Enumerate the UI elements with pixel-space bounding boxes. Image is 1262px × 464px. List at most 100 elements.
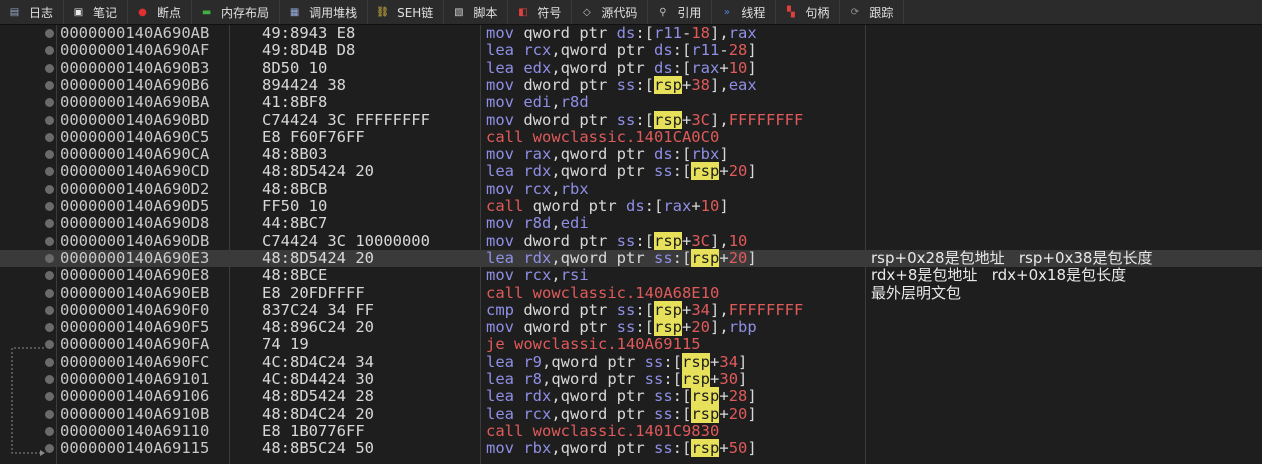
disassembly-cell: call wowclassic.140A68E10 bbox=[486, 284, 719, 302]
tab-source[interactable]: ◇ 源代码 bbox=[572, 0, 649, 24]
address-cell: 0000000140A690D8 bbox=[60, 214, 210, 233]
instruction-row[interactable]: 0000000140A690FC 4C:8D4C24 34 lea r9,qword… bbox=[0, 352, 1262, 371]
instruction-row[interactable]: 0000000140A69115 48:8B5C24 50 mov rbx,qwor… bbox=[0, 439, 1262, 458]
instruction-row[interactable]: 0000000140A690BD C74424 3C FFFFFFFF mov dw… bbox=[0, 110, 1262, 129]
instruction-row[interactable]: 0000000140A690D2 48:8BCB mov rcx,rbx bbox=[0, 179, 1262, 198]
tab-label: 日志 bbox=[29, 5, 54, 20]
instruction-row[interactable]: 0000000140A690D5 FF50 10 call qword ptr ds… bbox=[0, 197, 1262, 215]
address-cell: 0000000140A690C5 bbox=[60, 127, 210, 146]
tab-handle[interactable]: ▚ 句柄 bbox=[776, 0, 841, 24]
tab-thread[interactable]: » 线程 bbox=[712, 0, 777, 24]
instruction-row[interactable]: 0000000140A6910B 48:8D4C24 20 lea rcx,qwor… bbox=[0, 404, 1262, 423]
asm-token: + bbox=[719, 248, 729, 267]
asm-token: , bbox=[551, 179, 561, 198]
address-cell: 0000000140A69106 bbox=[60, 387, 210, 406]
bytes-cell: C74424 3C 10000000 bbox=[262, 231, 430, 250]
instruction-row[interactable]: 0000000140A690AF 49:8D4B D8 lea rcx,qword … bbox=[0, 41, 1262, 60]
instruction-row[interactable]: 0000000140A690E8 48:8BCE mov rcx,rsi rdx+8是… bbox=[0, 266, 1262, 285]
asm-token bbox=[514, 59, 523, 77]
asm-token: ss bbox=[644, 370, 664, 388]
asm-token: rcx bbox=[523, 41, 552, 60]
disassembly-cell: call qword ptr ds:[rax+10] bbox=[486, 197, 729, 215]
asm-token: ] bbox=[747, 58, 757, 77]
tab-note[interactable]: ▣ 笔记 bbox=[64, 0, 129, 24]
asm-token bbox=[514, 353, 523, 371]
address-cell: 0000000140A690D5 bbox=[60, 197, 210, 215]
instruction-row[interactable]: 0000000140A690C5 E8 F60F76FF call wowclass… bbox=[0, 127, 1262, 146]
instruction-row[interactable]: 0000000140A690DB C74424 3C 10000000 mov dw… bbox=[0, 231, 1262, 250]
asm-token: ] bbox=[747, 162, 757, 181]
asm-token: - bbox=[719, 41, 729, 60]
asm-token: r11 bbox=[691, 41, 720, 60]
disassembly-cell: je wowclassic.140A69115 bbox=[486, 336, 701, 353]
instruction-row[interactable]: 0000000140A690BA 41:8BF8 mov edi,r8d bbox=[0, 93, 1262, 112]
bytes-cell: 48:8D4C24 20 bbox=[262, 404, 374, 423]
asm-token: ds bbox=[654, 145, 673, 164]
address-cell: 0000000140A69115 bbox=[60, 439, 210, 458]
instruction-row[interactable]: 0000000140A690FA 74 19 je wowclassic.140A6… bbox=[0, 336, 1262, 353]
tab-seh-chain[interactable]: ⛓ SEH链 bbox=[368, 0, 445, 24]
asm-token: 38 bbox=[691, 75, 711, 94]
tab-label: 调用堆栈 bbox=[309, 5, 358, 20]
asm-token: je wowclassic.140A69115 bbox=[486, 335, 701, 354]
instruction-row[interactable]: 0000000140A690E3 48:8D5424 20 lea rdx,qwor… bbox=[0, 248, 1262, 268]
tab-reference[interactable]: ⚲ 引用 bbox=[648, 0, 713, 24]
instruction-row[interactable]: 0000000140A690F5 48:896C24 20 mov qword pt… bbox=[0, 318, 1262, 337]
asm-token: rax bbox=[691, 58, 720, 77]
asm-token: 3C bbox=[691, 231, 711, 250]
instruction-row[interactable]: 0000000140A690D8 44:8BC7 mov r8d,edi bbox=[0, 214, 1262, 233]
asm-token: ,qword ptr bbox=[542, 352, 645, 371]
instruction-row[interactable]: 0000000140A690CD 48:8D5424 20 lea rdx,qwor… bbox=[0, 162, 1262, 181]
disassembly-view[interactable]: 0000000140A690AB 49:8943 E8 mov qword ptr … bbox=[0, 24, 1262, 464]
asm-token: :[ bbox=[635, 318, 654, 337]
asm-token: + bbox=[682, 75, 692, 94]
disassembly-cell: cmp dword ptr ss:[rsp+34],FFFFFFFF bbox=[486, 300, 803, 319]
address-cell: 0000000140A690FC bbox=[60, 352, 210, 371]
bytes-cell: 49:8943 E8 bbox=[262, 24, 356, 42]
instruction-row[interactable]: 0000000140A69106 48:8D5424 28 lea rdx,qwor… bbox=[0, 387, 1262, 406]
asm-token: ,qword ptr bbox=[551, 387, 654, 406]
asm-token: ,qword ptr bbox=[551, 162, 654, 181]
asm-token: ] bbox=[719, 197, 729, 215]
asm-token: ss bbox=[654, 404, 673, 423]
instruction-row[interactable]: 0000000140A690AB 49:8943 E8 mov qword ptr … bbox=[0, 24, 1262, 42]
address-cell: 0000000140A690F0 bbox=[60, 300, 210, 319]
tab-trace[interactable]: ⟳ 跟踪 bbox=[840, 0, 905, 24]
asm-token: mov bbox=[486, 110, 514, 129]
instruction-row[interactable]: 0000000140A690B6 894424 38 mov dword ptr s… bbox=[0, 75, 1262, 94]
asm-token: ,qword ptr bbox=[551, 58, 654, 77]
asm-token: mov bbox=[486, 93, 514, 112]
instruction-row[interactable]: 0000000140A690B3 8D50 10 lea edx,qword ptr… bbox=[0, 58, 1262, 77]
instruction-row[interactable]: 0000000140A690F0 837C24 34 FF cmp dword pt… bbox=[0, 300, 1262, 319]
asm-token: lea bbox=[486, 41, 514, 60]
bytes-cell: 4C:8D4C24 34 bbox=[262, 352, 374, 371]
address-cell: 0000000140A690AB bbox=[60, 24, 210, 42]
bytes-cell: 48:8D5424 20 bbox=[262, 162, 374, 181]
disassembly-cell: mov rax,qword ptr ds:[rbx] bbox=[486, 145, 729, 164]
comment-cell: rdx+8是包地址 rdx+0x18是包长度 bbox=[871, 266, 1127, 285]
bytes-cell: C74424 3C FFFFFFFF bbox=[262, 110, 430, 129]
tab-label: 笔记 bbox=[93, 5, 118, 20]
instruction-row[interactable]: 0000000140A69110 E8 1B0776FF call wowclass… bbox=[0, 422, 1262, 440]
source-icon: ◇ bbox=[582, 6, 591, 18]
asm-token: cmp bbox=[486, 300, 514, 319]
disassembly-cell: mov rcx,rbx bbox=[486, 179, 589, 198]
asm-token: 3C bbox=[691, 110, 711, 129]
instruction-row[interactable]: 0000000140A69101 4C:8D4424 30 lea r8,qword… bbox=[0, 370, 1262, 388]
instruction-row[interactable]: 0000000140A690CA 48:8B03 mov rax,qword ptr… bbox=[0, 145, 1262, 164]
bytes-cell: 44:8BC7 bbox=[262, 214, 328, 233]
asm-token: mov bbox=[486, 24, 514, 42]
asm-token: :[ bbox=[635, 110, 654, 129]
asm-token: rbx bbox=[691, 145, 720, 164]
instruction-row[interactable]: 0000000140A690EB E8 20FDFFFF call wowclass… bbox=[0, 284, 1262, 302]
tab-memory-map[interactable]: ▬ 内存布局 bbox=[192, 0, 281, 24]
asm-token: :[ bbox=[635, 231, 654, 250]
tab-breakpoint[interactable]: ● 断点 bbox=[128, 0, 193, 24]
tab-script[interactable]: ▧ 脚本 bbox=[444, 0, 509, 24]
asm-token: ss bbox=[654, 162, 673, 181]
tab-symbol[interactable]: ◧ 符号 bbox=[508, 0, 573, 24]
asm-token: FFFFFFFF bbox=[728, 110, 804, 129]
tab-log[interactable]: ▤ 日志 bbox=[0, 0, 65, 24]
tab-call-stack[interactable]: ▦ 调用堆栈 bbox=[280, 0, 369, 24]
asm-token: ,qword ptr bbox=[542, 370, 645, 388]
